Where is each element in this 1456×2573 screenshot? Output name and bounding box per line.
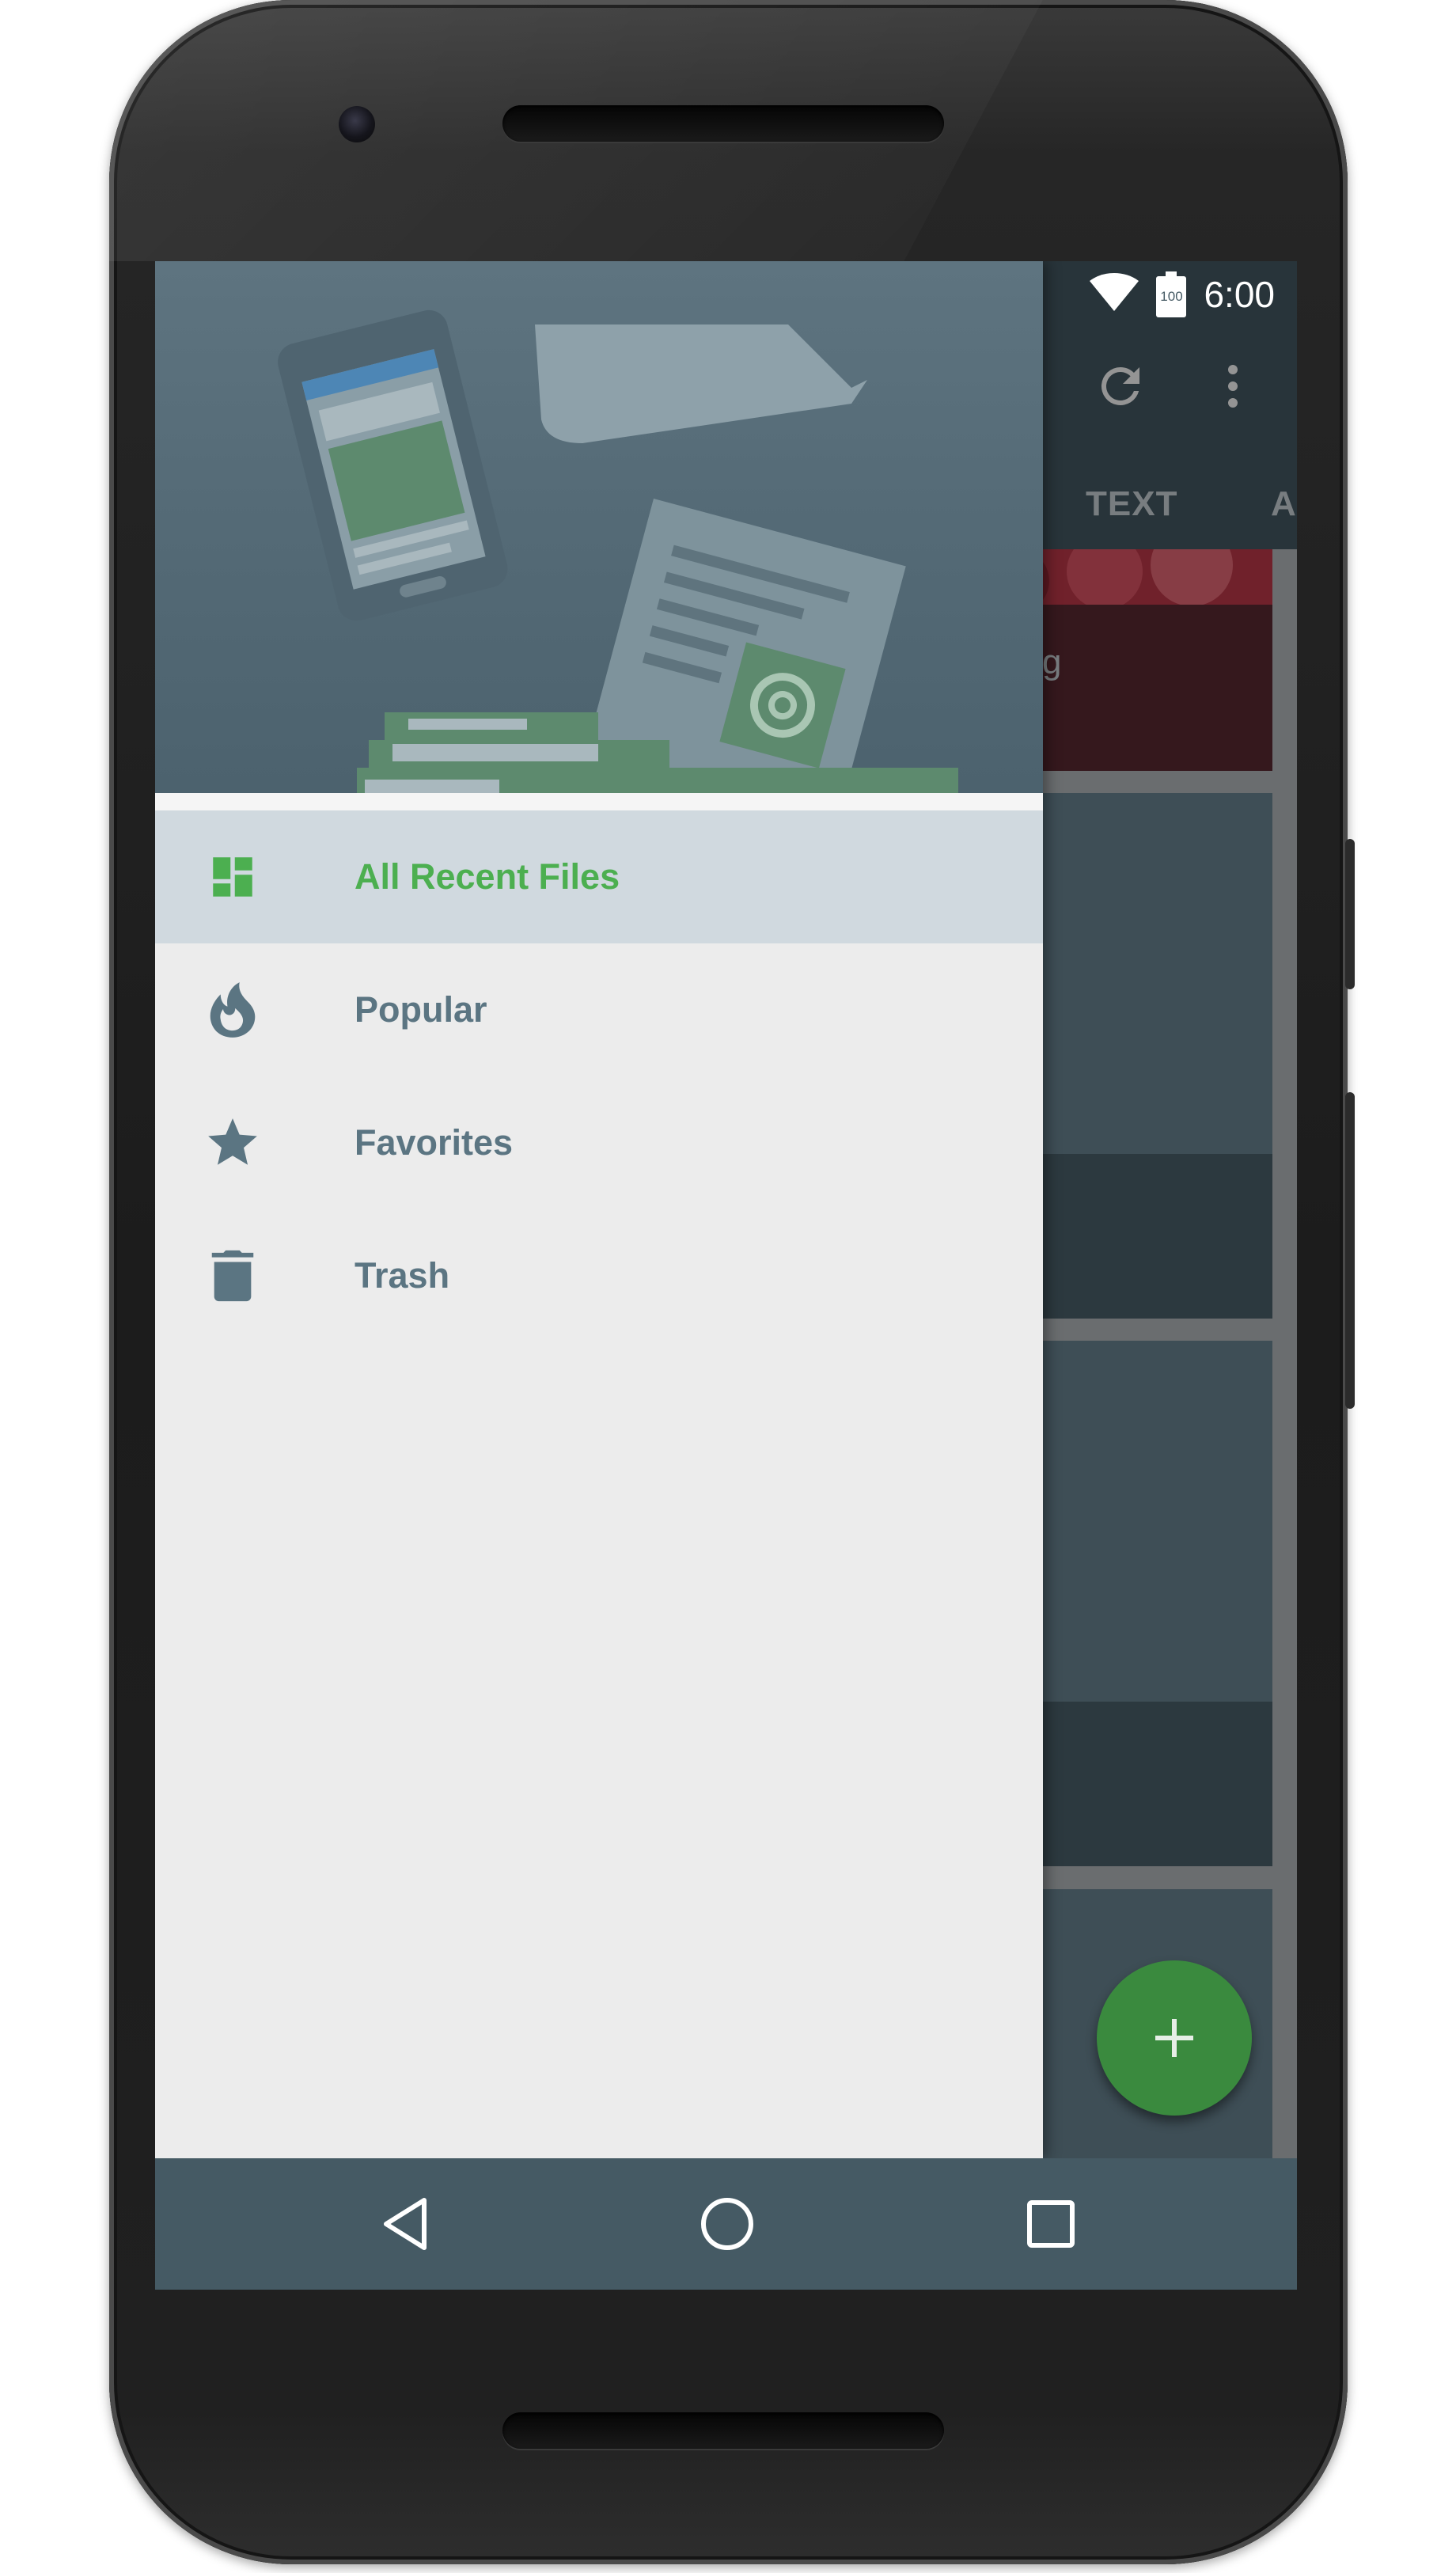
status-icons: 100 6:00 [1090, 269, 1275, 320]
navigation-drawer: All Recent Files Popular Favorites Trash [155, 261, 1043, 2158]
back-icon[interactable] [373, 2192, 437, 2256]
drawer-item-label: Trash [355, 1255, 450, 1296]
tab-a[interactable]: A [1271, 484, 1297, 524]
tab-text[interactable]: TEXT [1086, 484, 1177, 524]
front-camera [339, 106, 375, 142]
drawer-item-label: Favorites [355, 1122, 514, 1163]
drawer-header-divider [155, 793, 1043, 810]
drawer-item-label: Popular [355, 989, 487, 1030]
top-speaker [502, 105, 944, 142]
system-navigation-bar [155, 2158, 1297, 2290]
home-icon[interactable] [696, 2192, 759, 2256]
drawer-item-all-recent-files[interactable]: All Recent Files [155, 810, 1043, 943]
status-bar: 100 6:00 [155, 261, 1297, 328]
battery-level: 100 [1160, 289, 1183, 304]
dashboard-icon [201, 845, 264, 909]
battery-icon: 100 [1156, 271, 1187, 317]
clock: 6:00 [1204, 274, 1275, 315]
drawer-nav-list: All Recent Files Popular Favorites Trash [155, 810, 1043, 1342]
recents-icon[interactable] [1019, 2192, 1083, 2256]
add-fab[interactable] [1097, 1960, 1252, 2116]
trash-icon [201, 1244, 264, 1307]
drawer-item-favorites[interactable]: Favorites [155, 1076, 1043, 1209]
drawer-header-illustration [155, 261, 1043, 793]
header-illustration [278, 309, 958, 793]
flame-icon [201, 978, 264, 1042]
plus-icon [1155, 2019, 1193, 2057]
drawer-item-popular[interactable]: Popular [155, 943, 1043, 1076]
more-vert-icon[interactable] [1204, 358, 1261, 415]
star-icon [201, 1111, 264, 1175]
bottom-speaker [502, 2412, 944, 2449]
drawer-item-trash[interactable]: Trash [155, 1209, 1043, 1342]
power-button [1345, 839, 1355, 989]
drawer-item-label: All Recent Files [355, 856, 620, 897]
screen: TEXT A 2.jpg om [155, 261, 1297, 2290]
volume-button [1345, 1092, 1355, 1409]
wifi-icon [1090, 272, 1139, 317]
refresh-icon[interactable] [1092, 358, 1149, 415]
